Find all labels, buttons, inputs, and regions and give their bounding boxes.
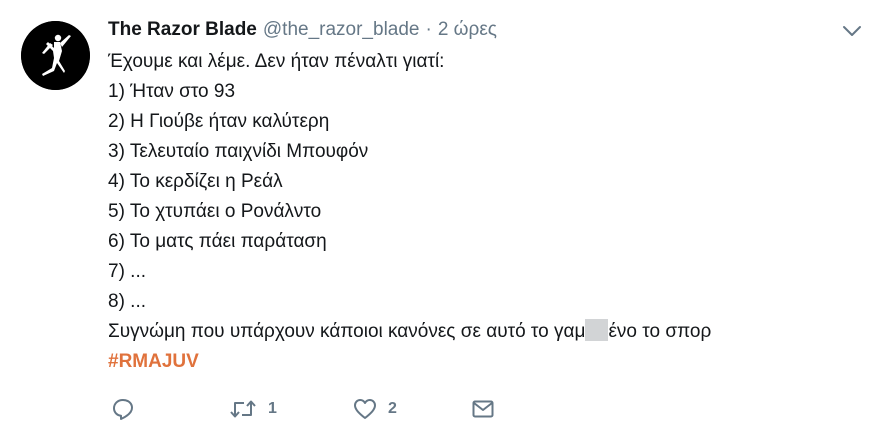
avatar[interactable]: [21, 21, 90, 90]
censor-block: [585, 319, 609, 341]
tweet-line: 1) Ήταν στο 93: [108, 81, 236, 102]
separator-dot: ·: [425, 19, 432, 40]
hashtag-link[interactable]: #RMAJUV: [108, 351, 199, 372]
like-count: 2: [388, 400, 397, 417]
tweet-text: Έχουμε και λέμε. Δεν ήταν πέναλτι γιατί:…: [108, 47, 868, 377]
reply-button[interactable]: [110, 396, 136, 422]
tweet-header: The Razor Blade @the_razor_blade · 2 ώρε…: [108, 19, 497, 43]
tweet-line: 2) Η Γιούβε ήταν καλύτερη: [108, 111, 330, 132]
tweet-line: 8) ...: [108, 291, 147, 312]
like-button[interactable]: 2: [352, 396, 397, 422]
tweet-line: 7) ...: [108, 261, 147, 282]
last-line-after-censor: ένο το σπορ: [608, 321, 712, 342]
last-line-before-censor: Συγνώμη που υπάρχουν κάποιοι κανόνες σε …: [108, 321, 586, 342]
chevron-down-icon: [843, 26, 861, 36]
retweet-count: 1: [268, 400, 277, 417]
retweet-icon: [230, 400, 256, 418]
direct-message-button[interactable]: [470, 396, 496, 422]
reply-icon: [113, 399, 133, 420]
heart-icon: [354, 399, 376, 419]
author-handle[interactable]: @the_razor_blade: [263, 19, 420, 41]
retweet-button[interactable]: 1: [228, 396, 277, 422]
author-name[interactable]: The Razor Blade: [108, 19, 257, 41]
tweet-line: 5) Το χτυπάει ο Ρονάλντο: [108, 201, 322, 222]
envelope-icon: [472, 400, 494, 418]
tweet-line: Έχουμε και λέμε. Δεν ήταν πέναλτι γιατί:: [108, 51, 445, 72]
tweet-timestamp[interactable]: 2 ώρες: [438, 19, 497, 41]
tweet-line: 6) Το ματς πάει παράταση: [108, 231, 327, 252]
tweet-last-line: Συγνώμη που υπάρχουν κάποιοι κανόνες σε …: [108, 317, 868, 347]
jumpman-logo-icon: [21, 21, 90, 90]
tweet-line: 4) Το κερδίζει η Ρεάλ: [108, 171, 283, 192]
tweet-line: 3) Τελευταίο παιχνίδι Μπουφόν: [108, 141, 369, 162]
more-options-button[interactable]: [841, 22, 863, 40]
